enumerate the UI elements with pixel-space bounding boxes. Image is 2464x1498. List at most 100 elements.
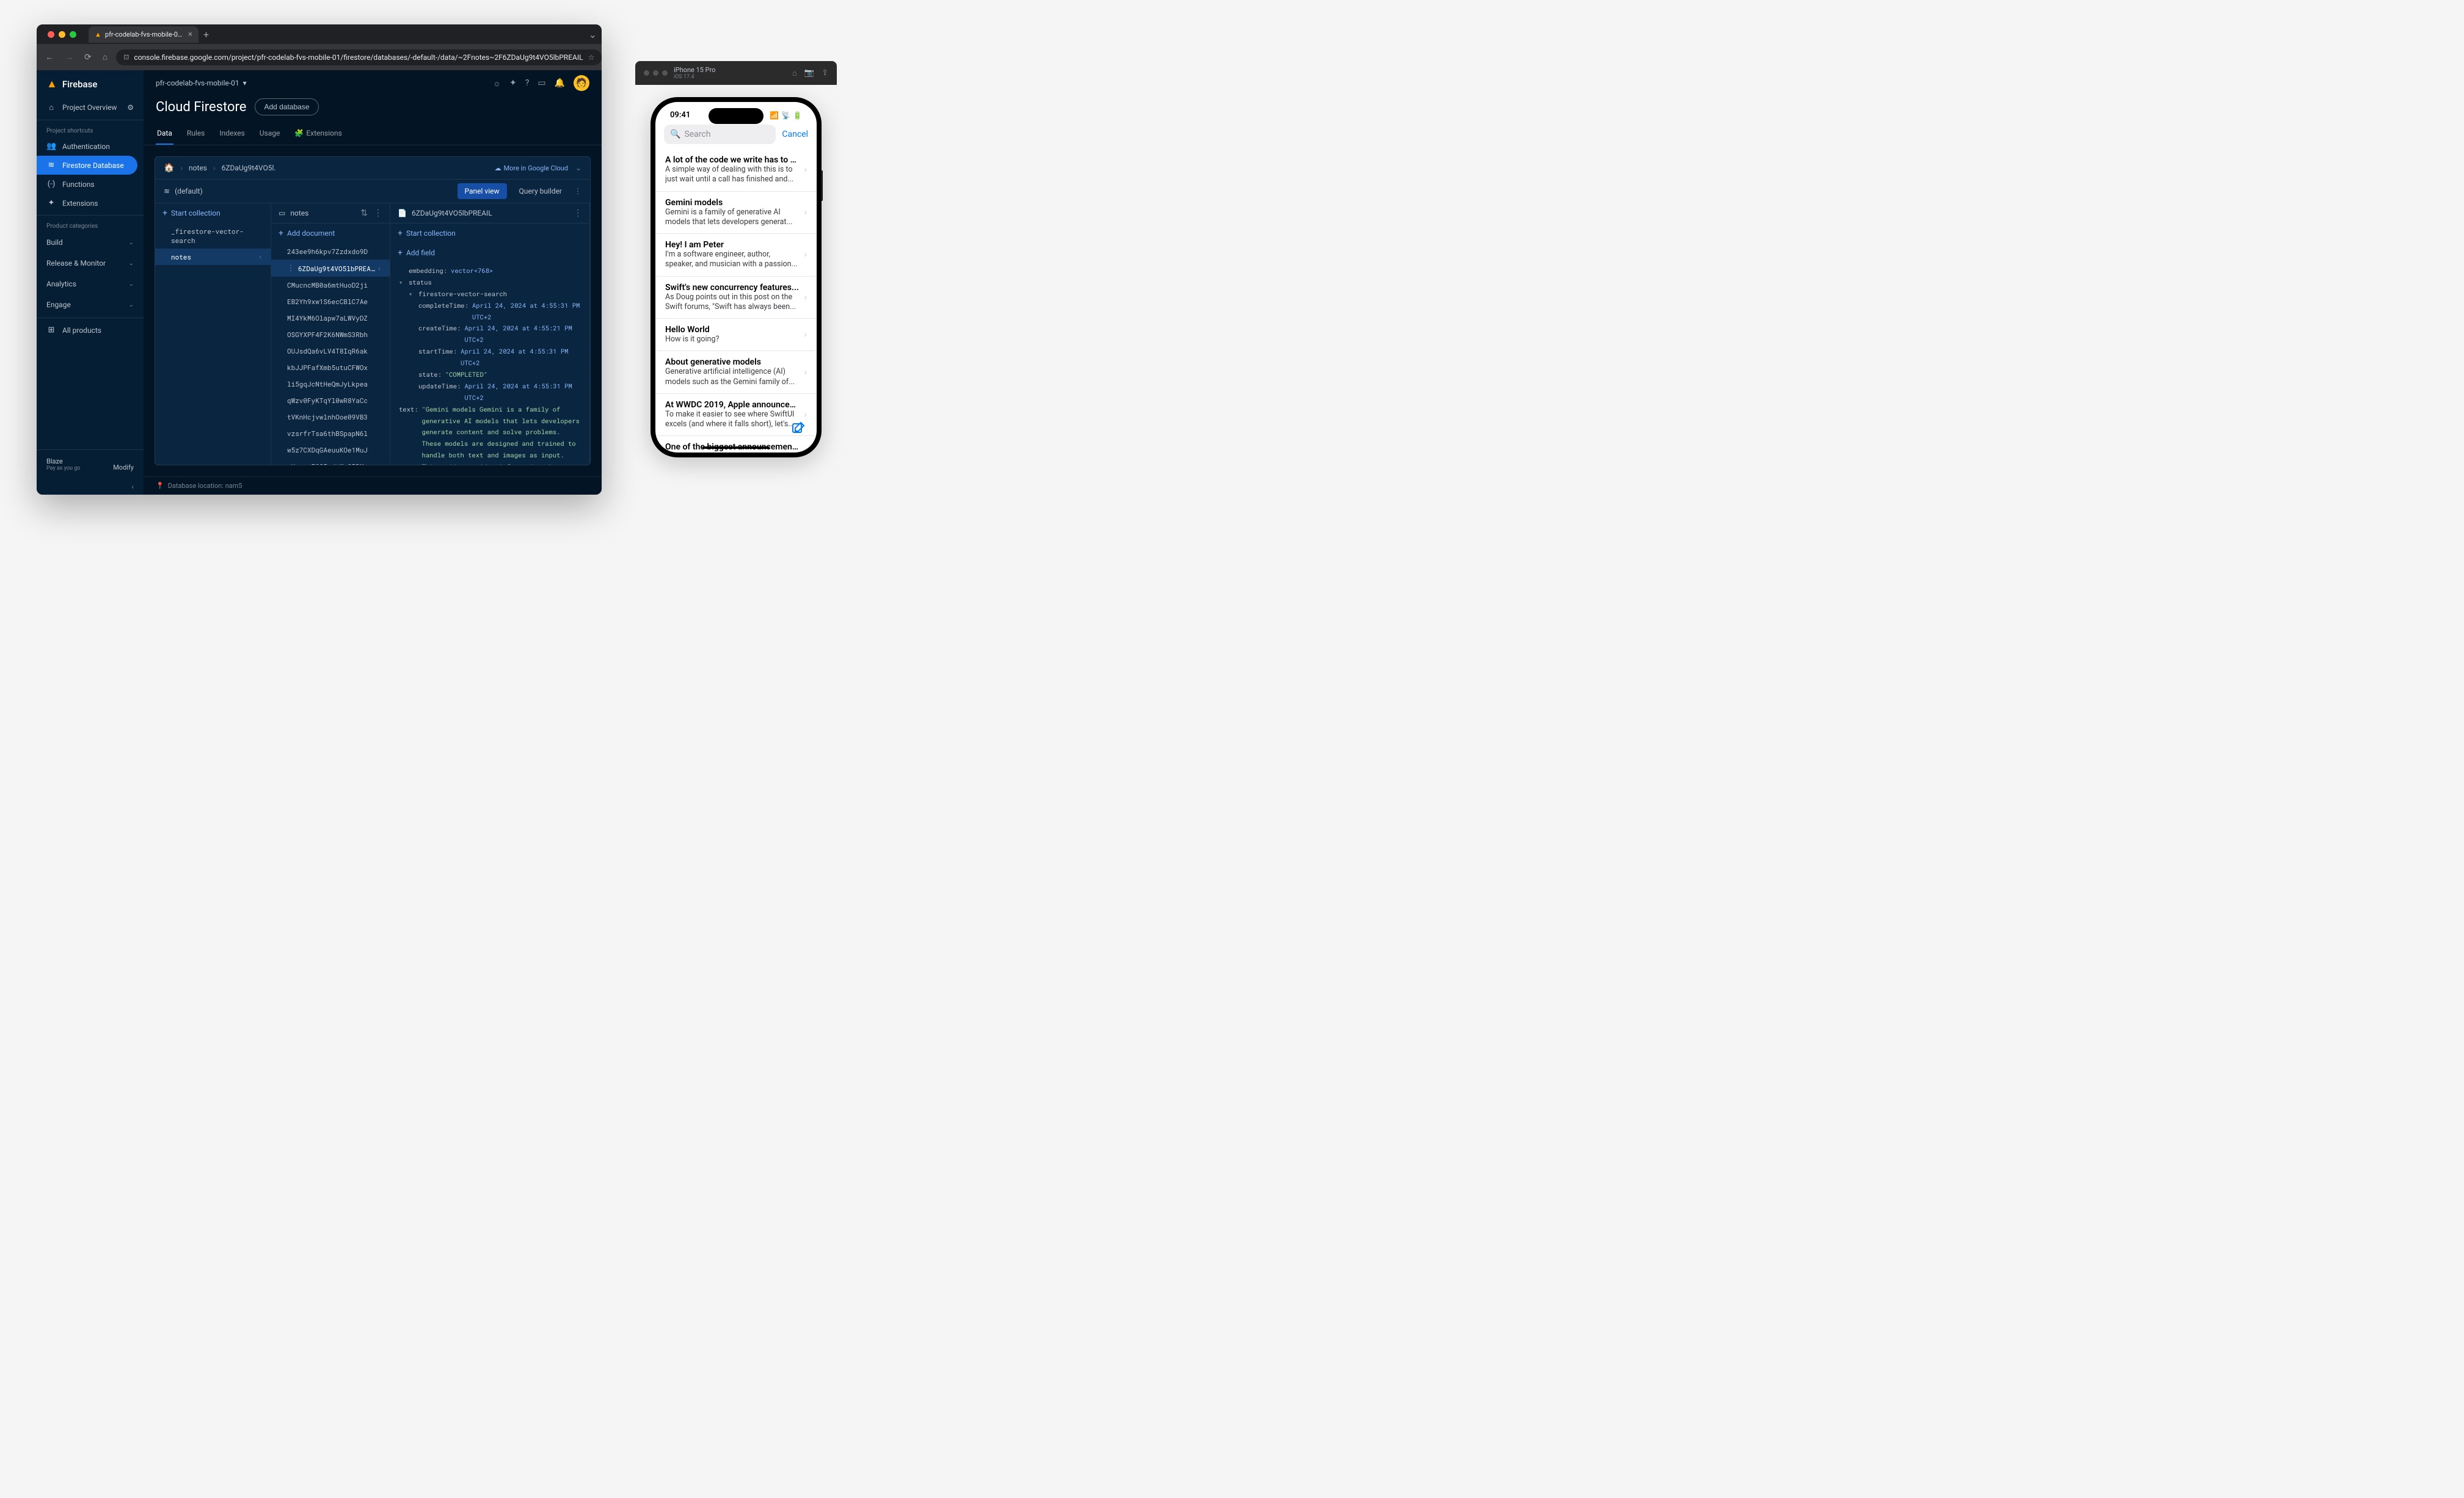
note-cell[interactable]: Gemini modelsGemini is a family of gener… [655, 192, 817, 235]
people-icon: 👥 [46, 142, 56, 151]
home-crumb-icon[interactable]: 🏠 [164, 163, 174, 173]
project-overview-link[interactable]: ⌂ Project Overview ⚙ [37, 98, 144, 117]
col1-header: (default) [175, 187, 203, 195]
note-cell[interactable]: Hey! I am PeterI'm a software engineer, … [655, 234, 817, 277]
collapse-toggle-icon[interactable]: ▾ [409, 288, 415, 300]
tab-usage[interactable]: Usage [258, 123, 282, 145]
document-item[interactable]: OSGYXPF4F2K6NWmS3Rbh [271, 326, 390, 343]
tab-data[interactable]: Data [156, 123, 173, 145]
sidebar-item-functions[interactable]: (-) Functions [37, 175, 144, 194]
document-item[interactable]: CMucncMB0a6mtHuoD2ji [271, 277, 390, 293]
document-item[interactable]: MI4YkM6Olapw7aLWVyDZ [271, 310, 390, 326]
chevron-down-icon[interactable]: ⌄ [575, 164, 581, 172]
tab-chevron-icon[interactable]: ⌄ [589, 29, 597, 40]
sidebar-item-authentication[interactable]: 👥 Authentication [37, 137, 144, 156]
note-cell[interactable]: One of the biggest announcements...In th… [655, 436, 817, 453]
cancel-button[interactable]: Cancel [782, 129, 808, 139]
site-info-icon[interactable]: ⊡ [123, 53, 129, 61]
release-notes-icon[interactable]: ▭ [538, 78, 545, 88]
note-cell[interactable]: A lot of the code we write has to de...A… [655, 149, 817, 192]
tab-indexes[interactable]: Indexes [218, 123, 246, 145]
sidebar-cat-build[interactable]: Build⌄ [37, 232, 144, 253]
document-item[interactable]: OUJsdQa6vLV4T8IqR6ak [271, 343, 390, 359]
all-products-link[interactable]: ⊞ All products [37, 321, 144, 340]
modify-plan-button[interactable]: Modify [113, 464, 134, 471]
sidebar-item-extensions[interactable]: ✦ Extensions [37, 194, 144, 213]
tab-extensions[interactable]: 🧩Extensions [293, 123, 343, 145]
browser-chrome: ▲ pfr-codelab-fvs-mobile-01 - × + ⌄ ← → … [37, 24, 602, 70]
collection-item[interactable]: _firestore-vector-search [155, 223, 271, 249]
phone-frame: 09:41 📶 📡 🔋 🔍 Search Cancel A lot of the… [651, 97, 822, 457]
document-item[interactable]: vzsrfrTsa6thBSpapN6l [271, 425, 390, 442]
home-icon: ⌂ [46, 103, 56, 112]
url-text: console.firebase.google.com/project/pfr-… [134, 53, 583, 62]
sim-device-name: iPhone 15 Pro [674, 66, 786, 74]
document-item[interactable]: kbJJPFafXmb5utuCFWOx [271, 359, 390, 376]
document-item[interactable]: 243ee9h6kpv7Zzdxdo9D [271, 243, 390, 260]
document-item[interactable]: tVKnHcjvwlnhOoe09VB3 [271, 409, 390, 425]
col-menu-icon[interactable]: ⋮ [374, 208, 382, 218]
add-field-button[interactable]: +Add field [390, 243, 589, 263]
document-item[interactable]: wHaeorE0CIedtWaCIBMr [271, 458, 390, 465]
url-input[interactable]: ⊡ console.firebase.google.com/project/pf… [116, 49, 602, 65]
note-cell[interactable]: Hello WorldHow is it going?› [655, 319, 817, 351]
tab-close-icon[interactable]: × [188, 30, 192, 39]
maximize-window-icon[interactable] [70, 31, 76, 38]
collapse-toggle-icon[interactable]: ▾ [399, 277, 405, 288]
project-selector[interactable]: pfr-codelab-fvs-mobile-01 ▾ [156, 79, 247, 87]
collapse-sidebar-button[interactable]: ‹ [37, 479, 144, 495]
explorer-menu-icon[interactable]: ⋮ [574, 187, 581, 195]
start-collection-button[interactable]: +Start collection [155, 203, 271, 223]
database-location: 📍 Database location: nam5 [144, 476, 602, 495]
document-item[interactable]: qWzv0FyKTqYl0wR8YaCc [271, 392, 390, 409]
documents-column: ▭ notes ⇅⋮ +Add document 243ee9h6kpv7Zzd… [271, 203, 390, 465]
user-avatar[interactable]: 🧑 [574, 75, 589, 91]
note-cell[interactable]: About generative modelsGenerative artifi… [655, 351, 817, 394]
sim-screenshot-icon[interactable]: 📷 [804, 68, 814, 78]
collection-item[interactable]: notes› [155, 249, 271, 265]
query-builder-button[interactable]: Query builder [512, 183, 569, 199]
crumb-docid[interactable]: 6ZDaUg9t4VO5l. [222, 164, 276, 172]
settings-gear-icon[interactable]: ⚙ [127, 103, 134, 112]
sim-home-icon[interactable]: ⌂ [792, 68, 797, 78]
reload-button[interactable]: ⟳ [82, 50, 94, 65]
collections-column: +Start collection _firestore-vector-sear… [155, 203, 271, 465]
panel-view-button[interactable]: Panel view [457, 183, 507, 199]
document-item[interactable]: ⋮6ZDaUg9t4VO5lbPREAIL› [271, 260, 390, 277]
spark-icon[interactable]: ✦ [509, 78, 517, 88]
compose-button[interactable] [791, 421, 806, 435]
tab-rules[interactable]: Rules [186, 123, 206, 145]
sim-share-icon[interactable]: ⇪ [822, 68, 828, 78]
crumb-notes[interactable]: notes [189, 164, 207, 172]
document-item[interactable]: EB2Yh9xw1S6ecCBlC7Ae [271, 293, 390, 310]
theme-toggle-icon[interactable]: ☼ [493, 78, 501, 89]
help-icon[interactable]: ? [525, 78, 530, 88]
bookmark-star-icon[interactable]: ☆ [588, 53, 595, 62]
page-title: Cloud Firestore [156, 100, 246, 115]
sidebar-cat-engage[interactable]: Engage⌄ [37, 294, 144, 315]
page-header: Cloud Firestore Add database [144, 96, 602, 118]
col-menu-icon[interactable]: ⋮ [574, 208, 582, 218]
add-database-button[interactable]: Add database [255, 98, 318, 115]
more-in-gcloud-link[interactable]: ☁ More in Google Cloud [495, 164, 568, 172]
home-button[interactable]: ⌂ [100, 49, 110, 65]
close-window-icon[interactable] [48, 31, 54, 38]
firebase-logo[interactable]: ▲ Firebase [37, 70, 144, 98]
start-subcollection-button[interactable]: +Start collection [390, 224, 589, 243]
sidebar-item-firestore[interactable]: ≋ Firestore Database [37, 156, 137, 175]
sidebar-cat-analytics[interactable]: Analytics⌄ [37, 274, 144, 294]
back-button[interactable]: ← [43, 49, 56, 65]
add-document-button[interactable]: +Add document [271, 224, 390, 243]
minimize-window-icon[interactable] [59, 31, 65, 38]
new-tab-button[interactable]: + [203, 29, 209, 40]
search-input[interactable]: 🔍 Search [664, 125, 776, 144]
filter-icon[interactable]: ⇅ [360, 208, 368, 218]
notifications-icon[interactable]: 🔔 [555, 78, 565, 88]
notes-list[interactable]: A lot of the code we write has to de...A… [655, 149, 817, 453]
home-indicator[interactable] [702, 446, 770, 449]
document-item[interactable]: li5gqJcNtHeQmJyLkpea [271, 376, 390, 392]
sidebar-cat-release[interactable]: Release & Monitor⌄ [37, 253, 144, 274]
browser-tab[interactable]: ▲ pfr-codelab-fvs-mobile-01 - × [89, 26, 199, 43]
note-cell[interactable]: Swift's new concurrency features...As Do… [655, 277, 817, 319]
document-item[interactable]: w5z7CXDqGAeuuKOe1MuJ [271, 442, 390, 458]
